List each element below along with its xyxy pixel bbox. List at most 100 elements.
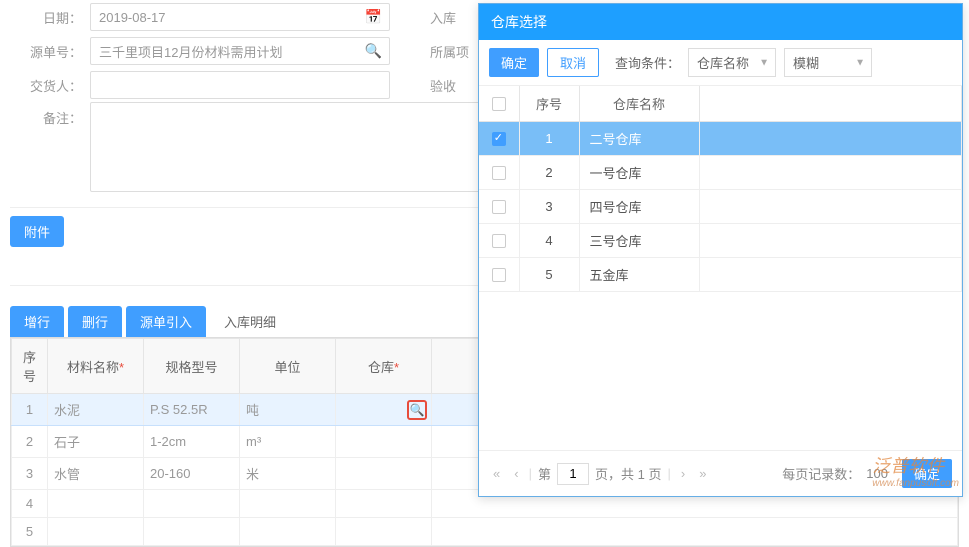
source-import-button[interactable]: 源单引入 bbox=[126, 306, 206, 337]
modal-row[interactable]: 4三号仓库 bbox=[479, 224, 962, 258]
modal-col-check bbox=[479, 86, 519, 122]
cell-extra bbox=[699, 122, 962, 156]
cell-name[interactable]: 水管 bbox=[48, 458, 144, 490]
deliverer-wrap bbox=[90, 71, 390, 99]
row-checkbox[interactable] bbox=[492, 234, 506, 248]
right-label-1: 入库 bbox=[430, 8, 456, 27]
cell-name: 五金库 bbox=[579, 258, 699, 292]
cell-check[interactable] bbox=[479, 122, 519, 156]
warehouse-select-modal: 仓库选择 确定 取消 查询条件： 仓库名称 模糊 序号 仓库名称 1二号仓库2一… bbox=[478, 3, 963, 497]
col-unit: 单位 bbox=[240, 339, 336, 394]
right-label-2: 所属项 bbox=[430, 42, 469, 61]
cell-unit[interactable] bbox=[240, 490, 336, 518]
cell-in[interactable] bbox=[432, 518, 958, 546]
cell-extra bbox=[699, 156, 962, 190]
cell-warehouse[interactable] bbox=[336, 490, 432, 518]
cell-warehouse[interactable] bbox=[336, 458, 432, 490]
calendar-icon[interactable]: 📅 bbox=[365, 9, 382, 26]
query-label: 查询条件： bbox=[615, 53, 680, 72]
per-page-value[interactable]: 100 bbox=[866, 466, 888, 481]
row-checkbox[interactable] bbox=[492, 166, 506, 180]
cell-name: 四号仓库 bbox=[579, 190, 699, 224]
cell-name: 一号仓库 bbox=[579, 156, 699, 190]
cell-name[interactable] bbox=[48, 518, 144, 546]
page-post: 页，共 1 页 bbox=[595, 464, 661, 483]
source-no-wrap: 🔍 bbox=[90, 37, 390, 65]
cell-extra bbox=[699, 190, 962, 224]
cell-unit[interactable] bbox=[240, 518, 336, 546]
grid-tab-label: 入库明细 bbox=[210, 306, 290, 337]
modal-col-extra bbox=[699, 86, 962, 122]
row-checkbox[interactable] bbox=[492, 200, 506, 214]
date-label: 日期： bbox=[10, 8, 90, 27]
cell-unit[interactable]: 吨 bbox=[240, 394, 336, 426]
cell-check[interactable] bbox=[479, 156, 519, 190]
modal-body: 1二号仓库2一号仓库3四号仓库4三号仓库5五金库 bbox=[479, 122, 962, 292]
source-no-label: 源单号： bbox=[10, 42, 90, 61]
cell-unit[interactable]: 米 bbox=[240, 458, 336, 490]
cell-spec[interactable]: 1-2cm bbox=[144, 426, 240, 458]
query-field-select[interactable]: 仓库名称 bbox=[688, 48, 776, 77]
cell-seq: 3 bbox=[519, 190, 579, 224]
cell-spec[interactable] bbox=[144, 518, 240, 546]
cell-check[interactable] bbox=[479, 224, 519, 258]
cell-check[interactable] bbox=[479, 190, 519, 224]
cell-name: 二号仓库 bbox=[579, 122, 699, 156]
modal-row[interactable]: 3四号仓库 bbox=[479, 190, 962, 224]
cell-seq: 1 bbox=[12, 394, 48, 426]
modal-ok-button[interactable]: 确定 bbox=[489, 48, 539, 77]
cell-seq: 2 bbox=[12, 426, 48, 458]
cell-name[interactable]: 石子 bbox=[48, 426, 144, 458]
page-input[interactable] bbox=[557, 463, 589, 485]
cell-spec[interactable]: P.S 52.5R bbox=[144, 394, 240, 426]
cell-seq: 1 bbox=[519, 122, 579, 156]
modal-row[interactable]: 1二号仓库 bbox=[479, 122, 962, 156]
remark-label: 备注： bbox=[10, 102, 90, 127]
col-warehouse: 仓库* bbox=[336, 339, 432, 394]
source-no-input[interactable] bbox=[90, 37, 390, 65]
right-label-3: 验收 bbox=[430, 76, 456, 95]
cell-extra bbox=[699, 258, 962, 292]
page-first-icon[interactable]: « bbox=[489, 466, 504, 481]
modal-col-seq: 序号 bbox=[519, 86, 579, 122]
cell-warehouse[interactable] bbox=[336, 426, 432, 458]
cell-unit[interactable]: m³ bbox=[240, 426, 336, 458]
deliverer-label: 交货人： bbox=[10, 76, 90, 95]
footer-confirm-button[interactable]: 确定 bbox=[902, 459, 952, 488]
per-page-label: 每页记录数： bbox=[782, 464, 860, 483]
cell-warehouse[interactable]: 🔍 bbox=[336, 394, 432, 426]
cell-check[interactable] bbox=[479, 258, 519, 292]
page-last-icon[interactable]: » bbox=[695, 466, 710, 481]
cell-name[interactable] bbox=[48, 490, 144, 518]
page-prev-icon[interactable]: ‹ bbox=[510, 466, 522, 481]
warehouse-lookup-icon[interactable]: 🔍 bbox=[407, 400, 427, 420]
page-pre: 第 bbox=[538, 464, 551, 483]
cell-warehouse[interactable] bbox=[336, 518, 432, 546]
cell-spec[interactable]: 20-160 bbox=[144, 458, 240, 490]
date-field-wrap: 📅 bbox=[90, 3, 390, 31]
modal-row[interactable]: 5五金库 bbox=[479, 258, 962, 292]
row-checkbox[interactable] bbox=[492, 132, 506, 146]
cell-name[interactable]: 水泥 bbox=[48, 394, 144, 426]
add-row-button[interactable]: 增行 bbox=[10, 306, 64, 337]
check-all[interactable] bbox=[492, 97, 506, 111]
date-input[interactable] bbox=[90, 3, 390, 31]
query-mode-select[interactable]: 模糊 bbox=[784, 48, 872, 77]
cell-seq: 2 bbox=[519, 156, 579, 190]
modal-col-name: 仓库名称 bbox=[579, 86, 699, 122]
search-icon[interactable]: 🔍 bbox=[365, 43, 382, 60]
attach-button[interactable]: 附件 bbox=[10, 216, 64, 247]
col-matname: 材料名称* bbox=[48, 339, 144, 394]
modal-cancel-button[interactable]: 取消 bbox=[547, 48, 599, 77]
cell-seq: 4 bbox=[12, 490, 48, 518]
page-next-icon[interactable]: › bbox=[677, 466, 689, 481]
cell-spec[interactable] bbox=[144, 490, 240, 518]
table-row[interactable]: 5 bbox=[12, 518, 958, 546]
cell-extra bbox=[699, 224, 962, 258]
modal-row[interactable]: 2一号仓库 bbox=[479, 156, 962, 190]
row-checkbox[interactable] bbox=[492, 268, 506, 282]
col-spec: 规格型号 bbox=[144, 339, 240, 394]
del-row-button[interactable]: 删行 bbox=[68, 306, 122, 337]
deliverer-input[interactable] bbox=[90, 71, 390, 99]
cell-seq: 4 bbox=[519, 224, 579, 258]
